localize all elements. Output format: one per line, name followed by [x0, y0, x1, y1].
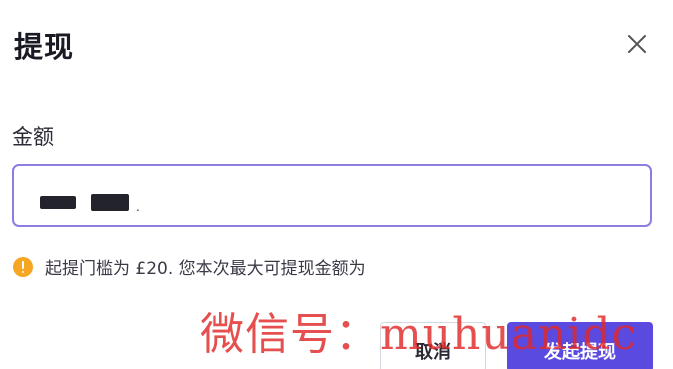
withdraw-dialog: 提现 金额 . 起提门槛为 £20. 您本次最大可提现金额为 取消 发起提现 微…	[0, 0, 673, 369]
close-icon[interactable]	[623, 30, 651, 58]
withdraw-hint: 起提门槛为 £20. 您本次最大可提现金额为	[13, 254, 366, 279]
redacted-value	[91, 194, 129, 211]
amount-input[interactable]: .	[12, 164, 652, 227]
dialog-title: 提现	[14, 30, 75, 64]
warning-icon	[13, 256, 33, 277]
hint-text: 起提门槛为 £20. 您本次最大可提现金额为	[45, 259, 366, 279]
submit-withdraw-button[interactable]: 发起提现	[507, 322, 653, 369]
amount-label: 金额	[12, 125, 54, 149]
redacted-value	[40, 196, 76, 209]
amount-value-suffix: .	[136, 200, 140, 214]
cancel-button[interactable]: 取消	[380, 322, 486, 369]
